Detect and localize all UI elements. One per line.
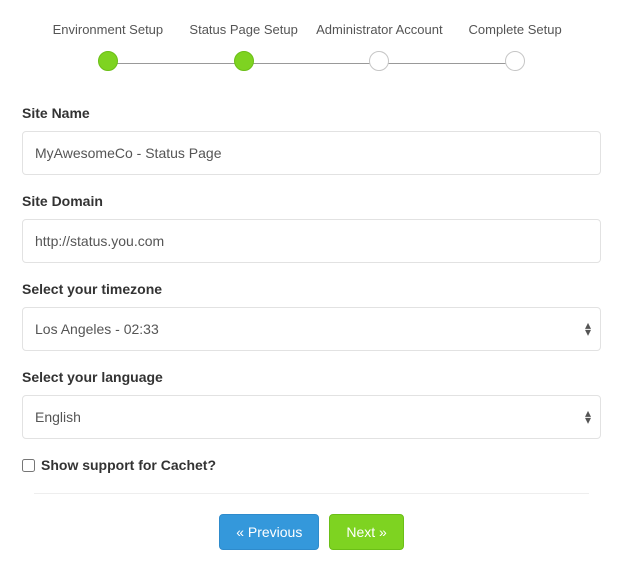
step-complete-setup[interactable]: Complete Setup (447, 22, 583, 71)
previous-button[interactable]: « Previous (219, 514, 319, 550)
setup-stepper: Environment Setup Status Page Setup Admi… (22, 22, 601, 71)
show-support-checkbox[interactable] (22, 459, 35, 472)
step-label: Environment Setup (53, 22, 164, 37)
site-domain-input[interactable] (22, 219, 601, 263)
field-show-support: Show support for Cachet? (22, 457, 601, 473)
step-circle-icon (98, 51, 118, 71)
step-label: Complete Setup (469, 22, 562, 37)
step-status-page-setup[interactable]: Status Page Setup (176, 22, 312, 71)
step-administrator-account[interactable]: Administrator Account (312, 22, 448, 71)
site-domain-label: Site Domain (22, 193, 601, 209)
show-support-label[interactable]: Show support for Cachet? (41, 457, 216, 473)
next-button[interactable]: Next » (329, 514, 403, 550)
wizard-buttons: « Previous Next » (22, 514, 601, 550)
step-circle-icon (505, 51, 525, 71)
site-name-input[interactable] (22, 131, 601, 175)
step-label: Status Page Setup (189, 22, 297, 37)
field-site-name: Site Name (22, 105, 601, 175)
language-select[interactable]: English (22, 395, 601, 439)
step-circle-icon (369, 51, 389, 71)
timezone-select[interactable]: Los Angeles - 02:33 (22, 307, 601, 351)
field-timezone: Select your timezone Los Angeles - 02:33… (22, 281, 601, 351)
step-label: Administrator Account (316, 22, 442, 37)
field-language: Select your language English ▴▾ (22, 369, 601, 439)
timezone-label: Select your timezone (22, 281, 601, 297)
language-label: Select your language (22, 369, 601, 385)
divider (34, 493, 589, 494)
site-name-label: Site Name (22, 105, 601, 121)
step-circle-icon (234, 51, 254, 71)
step-environment-setup[interactable]: Environment Setup (40, 22, 176, 71)
field-site-domain: Site Domain (22, 193, 601, 263)
